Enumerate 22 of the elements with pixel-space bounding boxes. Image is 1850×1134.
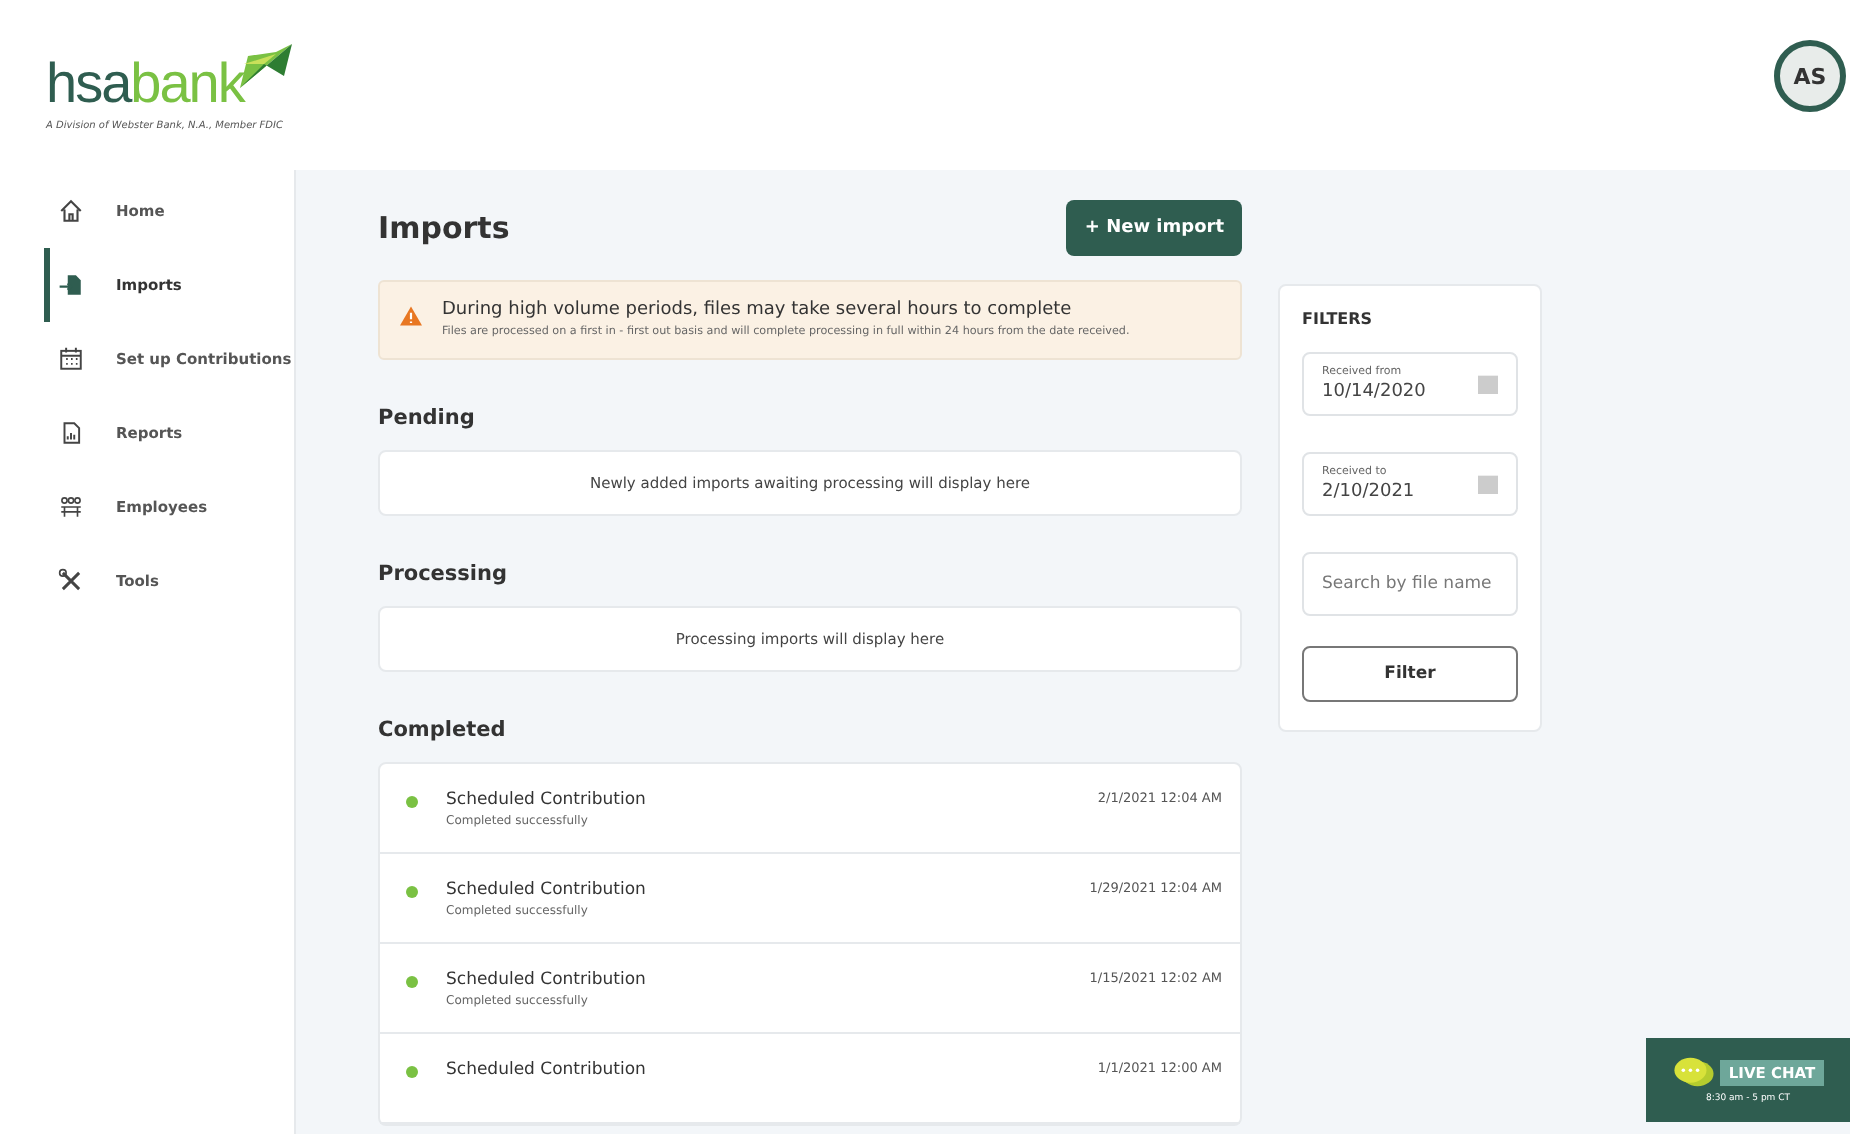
import-name: Scheduled Contribution xyxy=(446,970,648,991)
filters-title: FILTERS xyxy=(1302,310,1375,328)
chat-bubbles-icon xyxy=(1672,1056,1717,1088)
search-field[interactable]: Search by file name xyxy=(1302,552,1518,616)
import-name: Scheduled Contribution xyxy=(446,1060,648,1081)
page-title: Imports xyxy=(378,210,510,246)
section-heading: Pending xyxy=(378,406,477,431)
file-import-icon xyxy=(58,272,84,298)
people-icon xyxy=(58,494,84,520)
logo-wordmark: hsabank xyxy=(46,56,244,112)
section-heading: Processing xyxy=(378,562,510,587)
user-avatar[interactable]: AS xyxy=(1774,40,1846,112)
import-name: Scheduled Contribution xyxy=(446,880,648,901)
warning-icon xyxy=(400,306,422,326)
section-heading: Completed xyxy=(378,718,508,743)
alert-title: During high volume periods, files may take several hours to complete xyxy=(442,300,1074,320)
home-icon xyxy=(58,198,84,224)
filter-button[interactable]: Filter xyxy=(1302,646,1518,702)
import-name: Scheduled Contribution xyxy=(446,790,648,811)
report-icon xyxy=(58,420,84,446)
new-import-button[interactable]: + New import xyxy=(1066,200,1242,256)
tools-icon xyxy=(58,568,84,594)
